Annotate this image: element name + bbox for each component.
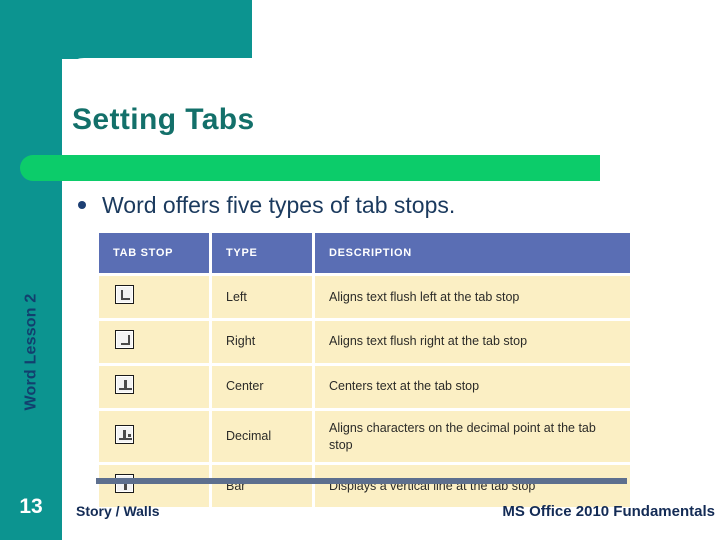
green-accent-bar — [20, 155, 600, 181]
right-tab-stop-icon — [115, 329, 134, 349]
slide-canvas: Setting Tabs Word Lesson 2 Word offers f… — [0, 0, 720, 540]
bullet-list-item: Word offers five types of tab stops. — [78, 192, 455, 219]
cell-type: Right — [212, 320, 312, 363]
sidebar-lesson-label-text: Word Lesson 2 — [22, 293, 39, 411]
table-row: Bar Displays a vertical line at the tab … — [99, 465, 630, 508]
cell-tab-stop-marker — [99, 365, 209, 408]
table-row: Decimal Aligns characters on the decimal… — [99, 410, 630, 463]
cell-type: Decimal — [212, 410, 312, 463]
sidebar-lesson-label: Word Lesson 2 — [0, 262, 62, 442]
cell-description: Aligns text flush left at the tab stop — [315, 276, 630, 318]
footer-right-text: MS Office 2010 Fundamentals — [502, 503, 715, 520]
footer-left-text: Story / Walls — [76, 503, 160, 519]
column-header-type: TYPE — [212, 233, 312, 273]
tab-stops-table: TAB STOP TYPE DESCRIPTION Left Aligns te… — [96, 230, 633, 510]
column-header-description: DESCRIPTION — [315, 233, 630, 273]
decimal-tab-stop-icon — [115, 424, 134, 444]
cell-tab-stop-marker — [99, 320, 209, 363]
left-tab-stop-icon — [115, 285, 134, 304]
column-header-tab-stop: TAB STOP — [99, 233, 209, 273]
center-tab-stop-icon — [115, 374, 134, 394]
cell-type: Center — [212, 365, 312, 408]
cell-type: Bar — [212, 465, 312, 508]
table-header-row: TAB STOP TYPE DESCRIPTION — [99, 233, 630, 273]
cell-description: Centers text at the tab stop — [315, 365, 630, 408]
cell-type: Left — [212, 276, 312, 318]
cell-tab-stop-marker — [99, 276, 209, 318]
cell-tab-stop-marker — [99, 465, 209, 508]
table-row: Right Aligns text flush right at the tab… — [99, 320, 630, 363]
table-row: Left Aligns text flush left at the tab s… — [99, 276, 630, 318]
table-bottom-rule — [96, 478, 627, 484]
cell-description: Displays a vertical line at the tab stop — [315, 465, 630, 508]
cell-description: Aligns text flush right at the tab stop — [315, 320, 630, 363]
cell-tab-stop-marker — [99, 410, 209, 463]
page-title: Setting Tabs — [72, 103, 255, 136]
table-row: Center Centers text at the tab stop — [99, 365, 630, 408]
bullet-item-text: Word offers five types of tab stops. — [102, 192, 456, 218]
cell-description: Aligns characters on the decimal point a… — [315, 410, 630, 463]
bullet-dot-icon — [78, 201, 86, 209]
page-number: 13 — [19, 495, 43, 518]
